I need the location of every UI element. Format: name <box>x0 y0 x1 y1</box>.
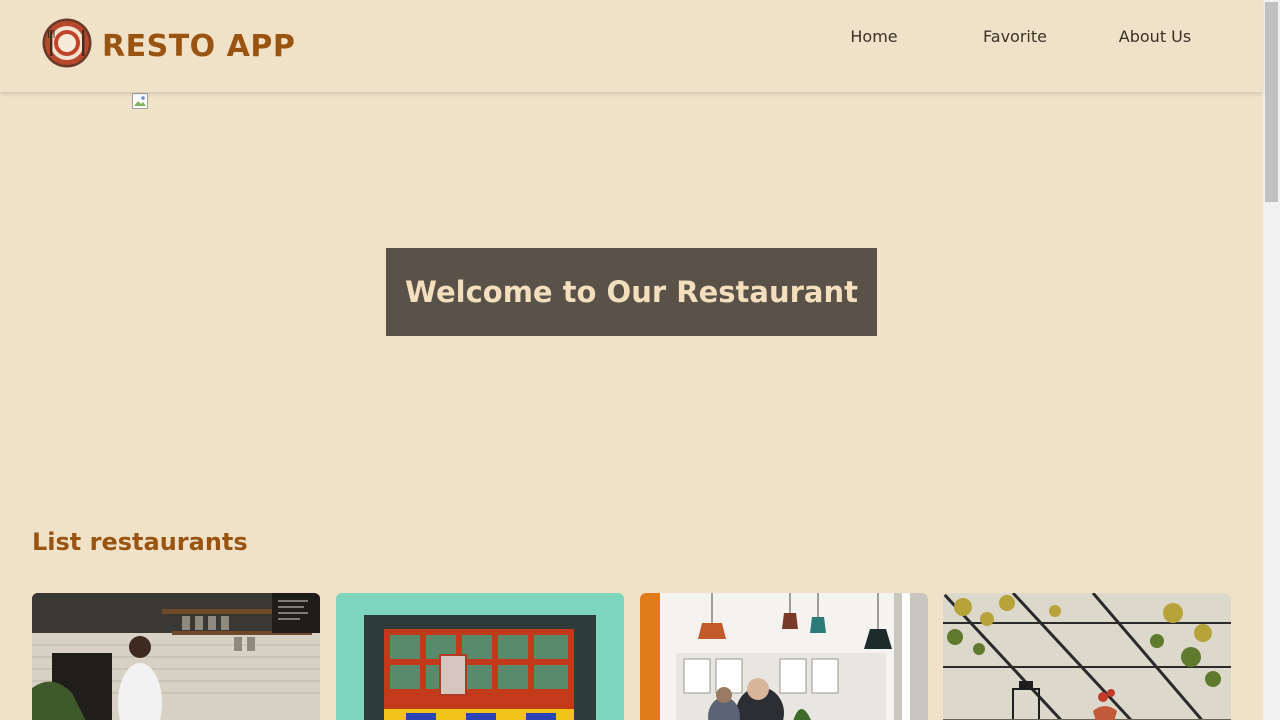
hero-title: Welcome to Our Restaurant <box>405 275 858 309</box>
turquoise-storefront-photo <box>336 593 624 720</box>
greenhouse-cafe-table-photo <box>943 593 1231 720</box>
broken-image-icon <box>132 93 148 109</box>
restaurant-card-1[interactable] <box>32 593 320 720</box>
nav-home-link[interactable]: Home <box>838 26 910 48</box>
nav-about-us-link[interactable]: About Us <box>1108 26 1202 48</box>
restaurant-list-heading: List restaurants <box>32 528 248 556</box>
brand-title[interactable]: RESTO APP <box>102 27 295 67</box>
hero-section: Welcome to Our Restaurant <box>0 92 1263 502</box>
hero-banner: Welcome to Our Restaurant <box>386 248 877 336</box>
restaurant-plate-icon[interactable] <box>42 18 92 68</box>
restaurant-card-3[interactable] <box>640 593 928 720</box>
app-header: RESTO APP Home Favorite About Us <box>0 0 1263 92</box>
scrollbar-thumb[interactable] <box>1265 2 1278 202</box>
restaurant-card-4[interactable] <box>943 593 1231 720</box>
cafe-pendant-lamps-photo <box>640 593 928 720</box>
nav-favorite-link[interactable]: Favorite <box>973 26 1057 48</box>
restaurant-card-2[interactable] <box>336 593 624 720</box>
cafe-barista-counter-photo <box>32 593 320 720</box>
page-scrollbar[interactable] <box>1263 0 1280 720</box>
